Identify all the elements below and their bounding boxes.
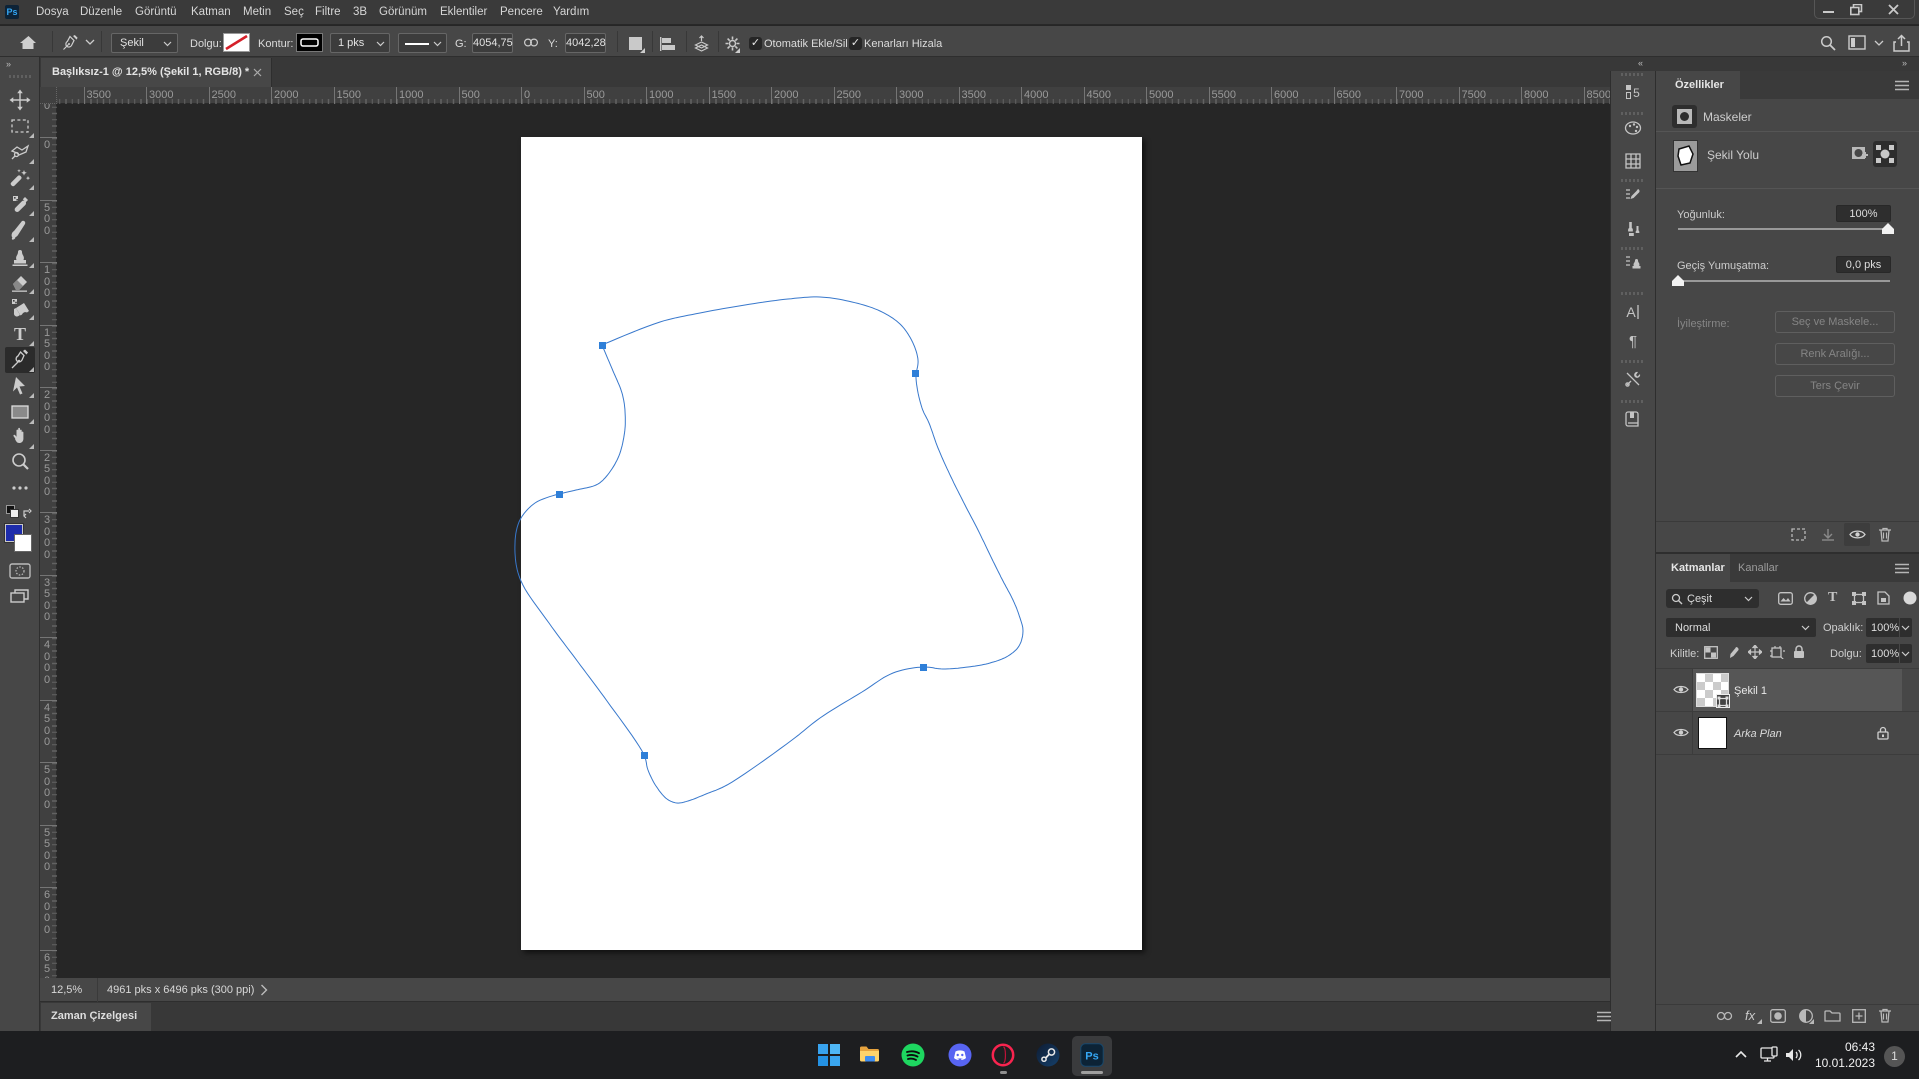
svg-text:¶: ¶ xyxy=(1629,333,1637,350)
svg-text:T: T xyxy=(14,324,26,344)
svg-text:A: A xyxy=(1626,304,1636,320)
svg-text:Ps: Ps xyxy=(1085,1051,1098,1063)
svg-text:5: 5 xyxy=(1633,86,1640,100)
